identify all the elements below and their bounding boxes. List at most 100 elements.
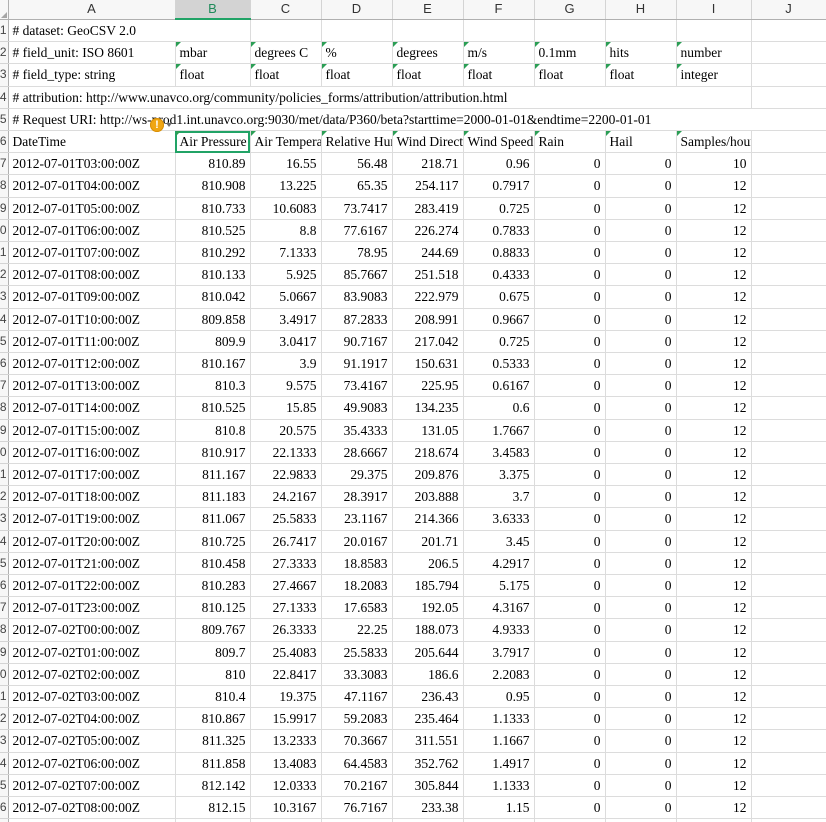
smart-tag[interactable]: ! <box>150 117 172 133</box>
cell-wind-speed[interactable]: 2.2083 <box>463 663 535 687</box>
cell-wind-speed[interactable]: 4.2917 <box>463 552 535 576</box>
cell-f2[interactable]: m/s <box>463 41 535 65</box>
cell-air-pressure[interactable]: 810.725 <box>175 530 251 553</box>
cell-a2[interactable]: # field_unit: ISO 8601 <box>8 41 176 65</box>
cell-datetime[interactable]: 2012-07-01T03:00:00Z <box>8 152 176 176</box>
row-header[interactable]: 29 <box>0 641 9 664</box>
cell-air-pressure[interactable]: 810.4 <box>175 685 251 709</box>
cell-air-temperature[interactable]: 5.0667 <box>250 285 322 309</box>
cell-air-pressure[interactable]: 810.908 <box>175 174 251 198</box>
cell-empty-j[interactable] <box>751 663 826 687</box>
row-header[interactable]: 27 <box>0 596 9 620</box>
cell-b1[interactable] <box>175 19 251 43</box>
column-header-h[interactable]: H <box>605 0 677 20</box>
cell-air-pressure[interactable]: 811.858 <box>175 752 251 775</box>
cell-hail[interactable]: 0 <box>605 663 677 687</box>
cell-b2[interactable]: mbar <box>175 41 251 65</box>
cell-air-temperature[interactable]: 9.575 <box>250 374 322 398</box>
cell-hail[interactable]: 0 <box>605 618 677 642</box>
cell-air-temperature[interactable]: 8.8 <box>250 219 322 243</box>
table-row[interactable]: 162012-07-01T12:00:00Z810.1673.991.19171… <box>0 352 826 376</box>
cell-relative-humidity[interactable]: 64.4583 <box>321 752 393 775</box>
cell-wind-speed[interactable]: 3.7917 <box>463 641 535 664</box>
cell-samples-per-hour[interactable]: 12 <box>676 530 752 553</box>
cell-wind-direction[interactable]: 217.042 <box>392 330 464 354</box>
cell-datetime[interactable]: 2012-07-01T14:00:00Z <box>8 396 176 420</box>
cell-relative-humidity[interactable]: 73.4167 <box>321 374 393 398</box>
cell-wind-direction[interactable]: 222.979 <box>392 285 464 309</box>
cell-relative-humidity[interactable]: 25.5833 <box>321 641 393 664</box>
cell-rain[interactable]: 0 <box>534 352 606 376</box>
cell-wind-speed[interactable]: 0.9667 <box>463 308 535 331</box>
cell-d3[interactable]: float <box>321 63 393 87</box>
cell-relative-humidity[interactable]: 73.7417 <box>321 197 393 220</box>
table-row[interactable]: 142012-07-01T10:00:00Z809.8583.491787.28… <box>0 308 826 331</box>
cell-empty-j[interactable] <box>751 596 826 620</box>
row-header[interactable]: 9 <box>0 197 9 220</box>
header-wind-speed[interactable]: Wind Speed <box>463 130 535 154</box>
cell-wind-direction[interactable]: 208.991 <box>392 308 464 331</box>
row-header[interactable]: 21 <box>0 463 9 487</box>
cell-samples-per-hour[interactable]: 12 <box>676 374 752 398</box>
cell-hail[interactable]: 0 <box>605 219 677 243</box>
cell-datetime[interactable]: 2012-07-01T18:00:00Z <box>8 485 176 509</box>
cell-wind-direction[interactable]: 192.05 <box>392 596 464 620</box>
cell-hail[interactable]: 0 <box>605 596 677 620</box>
cell-air-temperature[interactable]: 26.3333 <box>250 618 322 642</box>
cell-rain[interactable]: 0 <box>534 152 606 176</box>
cell-rain[interactable]: 0 <box>534 507 606 531</box>
cell-wind-speed[interactable]: 5.175 <box>463 574 535 598</box>
cell-relative-humidity[interactable]: 18.8583 <box>321 552 393 576</box>
cell-hail[interactable]: 0 <box>605 752 677 775</box>
cell-wind-direction[interactable]: 188.073 <box>392 618 464 642</box>
cell-air-temperature[interactable]: 22.1333 <box>250 441 322 465</box>
cell-datetime[interactable]: 2012-07-02T04:00:00Z <box>8 707 176 731</box>
cell-empty-j[interactable] <box>751 419 826 442</box>
cell-datetime[interactable]: 2012-07-01T10:00:00Z <box>8 308 176 331</box>
cell-relative-humidity[interactable]: 76.7167 <box>321 796 393 820</box>
cell-air-pressure[interactable]: 810.525 <box>175 396 251 420</box>
cell-hail[interactable]: 0 <box>605 707 677 731</box>
cell-wind-direction[interactable]: 235.464 <box>392 707 464 731</box>
cell-rain[interactable]: 0 <box>534 663 606 687</box>
cell-hail[interactable]: 0 <box>605 174 677 198</box>
header-air-pressure[interactable]: Air Pressure <box>175 130 251 154</box>
cell-wind-speed[interactable]: 1.1333 <box>463 774 535 798</box>
cell-air-pressure[interactable]: 810.8 <box>175 419 251 442</box>
cell-a3[interactable]: # field_type: string <box>8 63 176 87</box>
cell-samples-per-hour[interactable]: 12 <box>676 419 752 442</box>
cell-air-pressure[interactable]: 812.15 <box>175 796 251 820</box>
cell-air-temperature[interactable]: 10.3167 <box>250 796 322 820</box>
cell-relative-humidity[interactable]: 77.6167 <box>321 219 393 243</box>
cell-air-temperature[interactable]: 24.2167 <box>250 485 322 509</box>
cell-relative-humidity[interactable]: 91.1917 <box>321 352 393 376</box>
cell-datetime[interactable]: 2012-07-01T07:00:00Z <box>8 241 176 265</box>
cell-air-temperature[interactable]: 7.1333 <box>250 241 322 265</box>
cell-air-temperature[interactable]: 3.9 <box>250 352 322 376</box>
cell-hail[interactable]: 0 <box>605 574 677 598</box>
cell-wind-direction[interactable]: 186.6 <box>392 663 464 687</box>
cell-air-pressure[interactable]: 810 <box>175 663 251 687</box>
row-header[interactable]: 25 <box>0 552 9 576</box>
cell-empty-j[interactable] <box>751 308 826 331</box>
cell-rain[interactable]: 0 <box>534 197 606 220</box>
cell-relative-humidity[interactable]: 85.7667 <box>321 263 393 287</box>
cell-empty-j[interactable] <box>751 152 826 176</box>
cell-a5[interactable]: # Request URI: http://ws-prod1.int.unavc… <box>8 108 826 132</box>
cell-relative-humidity[interactable]: 23.1167 <box>321 507 393 531</box>
cell-empty-j[interactable] <box>751 796 826 820</box>
cell-rain[interactable]: 0 <box>534 174 606 198</box>
table-row[interactable]: 7 2012-07-01T03:00:00Z 810.89 16.55 56.48 218… <box>0 152 826 176</box>
cell-rain[interactable]: 0 <box>534 752 606 775</box>
cell-wind-speed[interactable]: 3.7 <box>463 485 535 509</box>
row-header[interactable]: 3 <box>0 63 9 87</box>
table-row[interactable]: 112012-07-01T07:00:00Z810.2927.133378.95… <box>0 241 826 265</box>
cell-air-pressure[interactable]: 811.067 <box>175 507 251 531</box>
row-header[interactable]: 31 <box>0 685 9 709</box>
cell-empty-j[interactable] <box>751 552 826 576</box>
cell-relative-humidity[interactable]: 28.3917 <box>321 485 393 509</box>
row-header[interactable]: 4 <box>0 86 9 109</box>
table-row[interactable]: 182012-07-01T14:00:00Z810.52515.8549.908… <box>0 396 826 420</box>
table-row[interactable]: 152012-07-01T11:00:00Z809.93.041790.7167… <box>0 330 826 354</box>
cell-wind-direction[interactable]: 218.674 <box>392 441 464 465</box>
